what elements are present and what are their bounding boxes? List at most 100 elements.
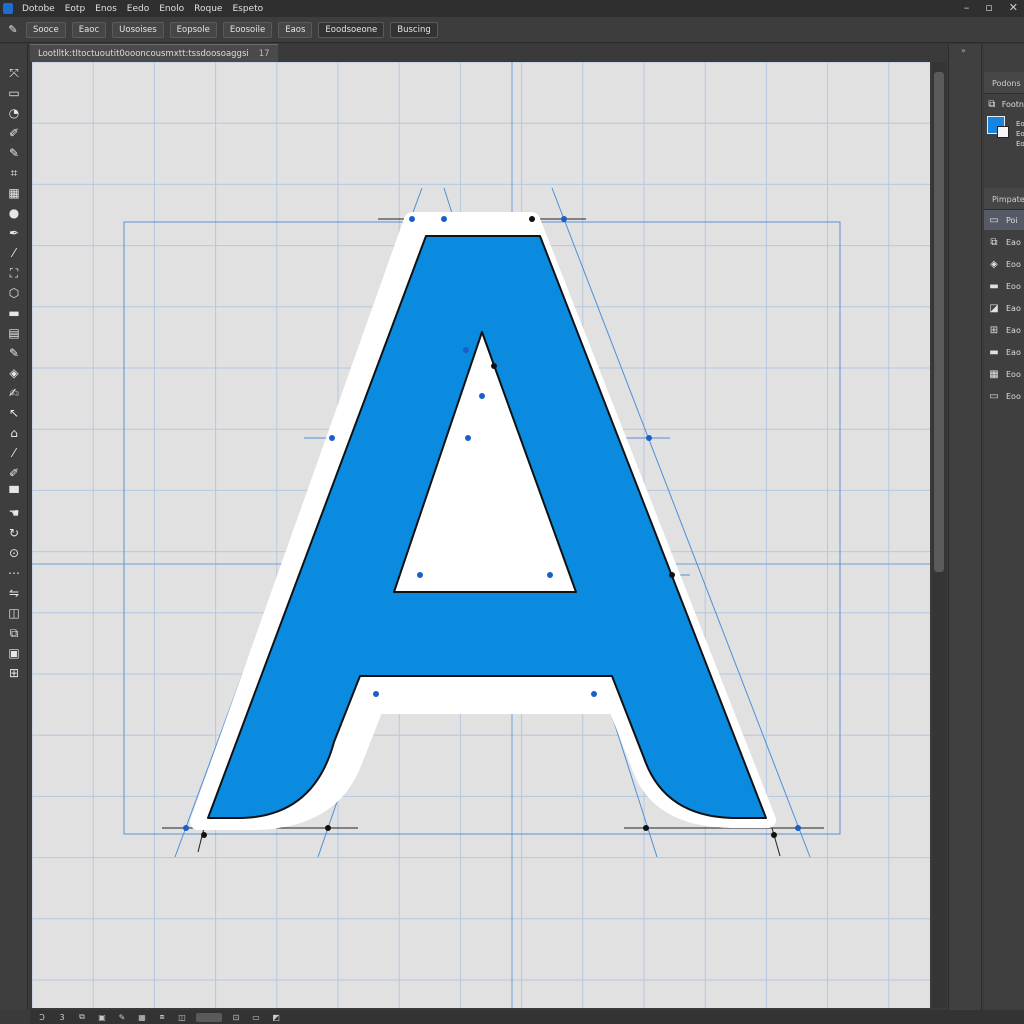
lasso-tool-icon[interactable]: ◔ [5, 104, 23, 122]
gradient-tool-icon[interactable]: ▤ [5, 324, 23, 342]
swatch-label: Eo [1016, 120, 1024, 128]
layers-panel-header[interactable]: Pimpateo [984, 188, 1024, 210]
option-button[interactable]: Sooce [26, 21, 66, 38]
collapse-handle-icon[interactable]: » [961, 46, 966, 55]
letter-artwork [32, 62, 930, 1008]
pencil-tool-icon[interactable]: ✎ [5, 344, 23, 362]
dodge-tool-icon[interactable]: ↖ [5, 404, 23, 422]
bucket-tool-icon[interactable]: ◈ [5, 364, 23, 382]
stamp-tool-icon[interactable]: ⛶ [5, 264, 23, 282]
color-panel-header[interactable]: Podons [984, 72, 1024, 94]
grid-icon[interactable]: ▦ [136, 1013, 148, 1022]
smudge-tool-icon[interactable]: ✍ [5, 384, 23, 402]
hand-tool-icon[interactable]: ☚ [5, 504, 23, 522]
ellipse-tool-icon[interactable]: ● [5, 204, 23, 222]
status-item[interactable]: Ɔ [36, 1013, 48, 1022]
link-icon[interactable]: ⧈ [156, 1012, 168, 1022]
menu-item[interactable]: Enos [90, 4, 122, 14]
crop-tool-icon[interactable]: ⌗ [5, 164, 23, 182]
vertical-scrollbar[interactable] [932, 62, 946, 1008]
minimize-icon[interactable]: – [964, 0, 970, 16]
doc-icon[interactable]: ▣ [96, 1013, 108, 1022]
menu-item[interactable]: Eotp [60, 4, 90, 14]
zoom-tool-icon[interactable]: ⊙ [5, 544, 23, 562]
direct-select-icon[interactable]: ⁄ [5, 444, 23, 462]
right-panels: Podons ⧉ Footn Eo Eo Eoe Pimpateo ▭ Poi … [984, 44, 1024, 1010]
option-button[interactable]: Eaos [278, 21, 313, 38]
layer-row[interactable]: ⧉ Eao [984, 232, 1024, 252]
pen-tool-icon[interactable]: ✎ [6, 23, 20, 36]
brush-tool-icon[interactable]: ✐ [5, 124, 23, 142]
layer-row[interactable]: ⊞ Eao [984, 320, 1024, 340]
color-picker-icon: ⧉ [988, 98, 996, 110]
tab-close-icon[interactable]: 17 [259, 45, 270, 62]
frame-icon: ▭ [989, 390, 999, 402]
brush-icon[interactable]: ✎ [116, 1013, 128, 1022]
eraser-tool-icon[interactable]: ▬ [5, 304, 23, 322]
grid-tool-icon[interactable]: ▦ [5, 184, 23, 202]
close-icon[interactable]: ✕ [1009, 0, 1018, 16]
option-button[interactable]: Uosoises [112, 21, 164, 38]
option-button[interactable]: Eoodsoeone [318, 21, 385, 38]
layer-mask-icon: ◪ [989, 302, 999, 314]
mask-icon[interactable]: ◫ [176, 1013, 188, 1022]
color-panel-row[interactable]: ⧉ Footn [984, 94, 1024, 114]
polygon-tool-icon[interactable]: ⬡ [5, 284, 23, 302]
menu-item[interactable]: Roque [189, 4, 227, 14]
layers-icon[interactable]: ⧉ [76, 1012, 88, 1022]
document-title: Lootlltk:tltoctuoutit0oooncousmxtt:tssdo… [38, 49, 249, 59]
menu-item[interactable]: Enolo [154, 4, 189, 14]
layer-row[interactable]: ▬ Eoo [984, 276, 1024, 296]
layer-label: Eao [1006, 347, 1021, 357]
menu-item[interactable]: Dotobe [17, 4, 60, 14]
eyedropper-icon[interactable]: ⁄ [5, 244, 23, 262]
lock-icon[interactable]: ⊡ [230, 1013, 242, 1022]
adjust-icon[interactable]: ◩ [270, 1013, 282, 1022]
edit-toolbar-icon[interactable]: ⋯ [5, 564, 23, 582]
shape-tool-icon[interactable]: ▀ [5, 484, 23, 502]
frame-icon[interactable]: ▭ [250, 1013, 262, 1022]
document-tab[interactable]: Lootlltk:tltoctuoutit0oooncousmxtt:tssdo… [30, 44, 278, 62]
option-dropdown[interactable]: Buscing [390, 21, 438, 38]
menu-item[interactable]: Eedo [122, 4, 154, 14]
option-button[interactable]: Eopsole [169, 21, 217, 38]
grid-icon: ▦ [989, 368, 999, 380]
layer-label: Eao [1006, 325, 1021, 335]
path-select-icon[interactable]: ⌂ [5, 424, 23, 442]
layer-row[interactable]: ▭ Poi [984, 210, 1024, 230]
layer-row[interactable]: ▬ Eao [984, 342, 1024, 362]
text-tool-icon[interactable]: ✐ [5, 464, 23, 482]
marquee-tool-icon[interactable]: ▭ [5, 84, 23, 102]
document-tab-bar: Lootlltk:tltoctuoutit0oooncousmxtt:tssdo… [30, 44, 950, 62]
layer-label: Eoo [1006, 259, 1021, 269]
swap-colors-icon[interactable]: ⇋ [5, 584, 23, 602]
layer-row[interactable]: ▭ Eoo [984, 386, 1024, 406]
layer-row[interactable]: ▦ Eoo [984, 364, 1024, 384]
menu-item[interactable]: Espeto [227, 4, 268, 14]
rotate-view-icon[interactable]: ↻ [5, 524, 23, 542]
swatch-label: Eo [1016, 130, 1024, 138]
screen-mode-icon[interactable]: ⧉ [5, 624, 23, 642]
document-canvas[interactable] [32, 62, 930, 1008]
artboard-icon[interactable]: ▣ [5, 644, 23, 662]
background-color-swatch[interactable] [997, 126, 1009, 138]
scrollbar-thumb[interactable] [934, 72, 944, 572]
zoom-field[interactable] [196, 1012, 222, 1022]
option-button[interactable]: Eaoc [71, 21, 107, 38]
move-tool-icon[interactable]: ⤧ [5, 64, 23, 82]
quick-select-icon[interactable]: ✎ [5, 144, 23, 162]
layer-row[interactable]: ◈ Eoo [984, 254, 1024, 274]
adjustment-icon: ⊞ [989, 324, 999, 336]
status-bar: Ɔ 3 ⧉ ▣ ✎ ▦ ⧈ ◫ ⊡ ▭ ◩ [30, 1010, 1024, 1024]
status-item[interactable]: 3 [56, 1013, 68, 1022]
maximize-icon[interactable]: ▫ [985, 0, 992, 16]
option-button[interactable]: Eoosoile [222, 21, 273, 38]
tools-panel: ⤧ ▭ ◔ ✐ ✎ ⌗ ▦ ● ✒ ⁄ ⛶ ⬡ ▬ ▤ ✎ ◈ ✍ ↖ ⌂ ⁄ … [0, 44, 28, 1010]
window-controls: – ▫ ✕ [964, 0, 1018, 16]
quick-mask-icon[interactable]: ◫ [5, 604, 23, 622]
options-bar: ✎ Sooce Eaoc Uosoises Eopsole Eoosoile E… [0, 17, 1024, 43]
layer-row[interactable]: ◪ Eao [984, 298, 1024, 318]
pen-tool-icon[interactable]: ✒ [5, 224, 23, 242]
frame-tool-icon[interactable]: ⊞ [5, 664, 23, 682]
layer-label: Poi [1006, 215, 1018, 225]
